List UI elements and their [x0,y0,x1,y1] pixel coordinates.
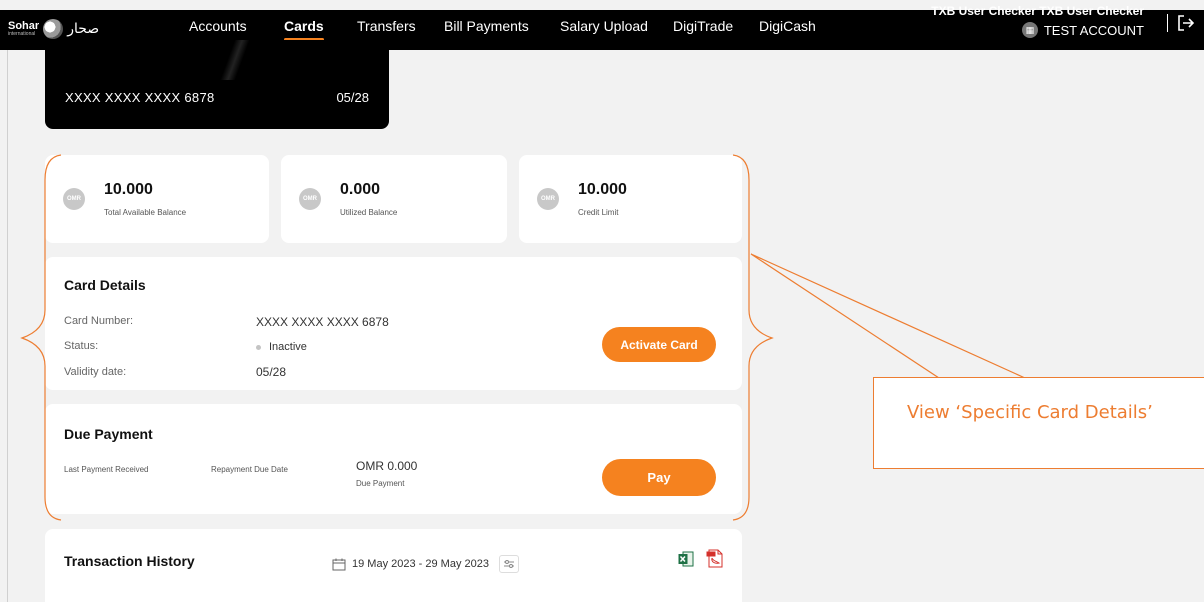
balance-tile-credit-limit: OMR 10.000 Credit Limit [519,155,742,243]
excel-export-icon[interactable] [678,551,694,567]
balance-label: Total Available Balance [104,208,187,217]
transaction-history-title: Transaction History [64,553,195,569]
last-payment-received-label: Last Payment Received [64,465,149,474]
annotation-text: View ‘Specific Card Details’ [907,402,1153,423]
card-details-panel: Card Details Card Number: XXXX XXXX XXXX… [45,257,742,390]
due-payment-title: Due Payment [64,426,153,442]
balance-tile-utilized: OMR 0.000 Utilized Balance [281,155,507,243]
card-image-expiry: 05/28 [336,90,369,105]
status-label: Status: [64,340,99,352]
due-payment-amount: OMR 0.000 [356,459,418,473]
omr-coin-icon: OMR [299,188,321,210]
card-number-label: Card Number: [64,315,134,327]
annotation-callout: View ‘Specific Card Details’ [873,377,1204,469]
activate-card-button[interactable]: Activate Card [602,327,716,362]
validity-label: Validity date: [64,366,127,378]
logo-text: Sohar international [8,20,40,37]
page-left-border [7,50,8,602]
card-details-title: Card Details [64,277,146,293]
balance-amount: 0.000 [340,181,381,198]
logo-arabic-text: صحار [67,21,100,37]
logout-icon[interactable] [1176,14,1196,32]
nav-item-transfers[interactable]: Transfers [357,18,416,34]
due-payment-panel: Due Payment Last Payment Received Repaym… [45,404,742,514]
pay-button[interactable]: Pay [602,459,716,496]
nav-divider [1167,14,1168,32]
status-dot-icon [256,344,261,350]
card-image: XXXX XXXX XXXX 6878 05/28 [45,40,389,129]
pdf-export-icon[interactable] [706,549,724,568]
nav-item-cards[interactable]: Cards [284,18,324,41]
filter-icon[interactable] [498,555,519,573]
balance-amount: 10.000 [104,181,153,198]
logo-mark-icon [43,19,64,39]
balance-label: Credit Limit [578,208,619,217]
omr-coin-icon: OMR [537,188,559,210]
balance-amount: 10.000 [578,181,627,198]
nav-item-bill-payments[interactable]: Bill Payments [444,18,529,34]
nav-item-salary-upload[interactable]: Salary Upload [560,18,648,34]
repayment-due-date-label: Repayment Due Date [211,465,288,474]
status-badge: Inactive [256,341,307,353]
due-payment-amount-label: Due Payment [356,479,405,488]
nav-item-digitrade[interactable]: DigiTrade [673,18,733,34]
calendar-icon [332,558,346,570]
user-name: TXB User Checker TXB User Checker [931,4,1144,18]
date-range-text: 19 May 2023 - 29 May 2023 [352,558,489,570]
balance-label: Utilized Balance [340,208,398,217]
validity-value: 05/28 [256,365,287,379]
account-name: TEST ACCOUNT [1043,22,1144,38]
omr-coin-icon: OMR [63,188,85,210]
nav-item-accounts[interactable]: Accounts [189,18,247,34]
balance-tile-total-available: OMR 10.000 Total Available Balance [45,155,269,243]
nav-item-digicash[interactable]: DigiCash [759,18,816,34]
card-number-value: XXXX XXXX XXXX 6878 [256,315,389,329]
building-icon: ▦ [1021,22,1038,38]
user-menu[interactable]: TXB User Checker TXB User Checker ▦ TEST… [931,4,1144,38]
transaction-history-panel: Transaction History 19 May 2023 - 29 May… [45,529,742,602]
date-range-picker[interactable]: 19 May 2023 - 29 May 2023 [332,555,519,573]
card-image-number: XXXX XXXX XXXX 6878 [65,90,215,105]
